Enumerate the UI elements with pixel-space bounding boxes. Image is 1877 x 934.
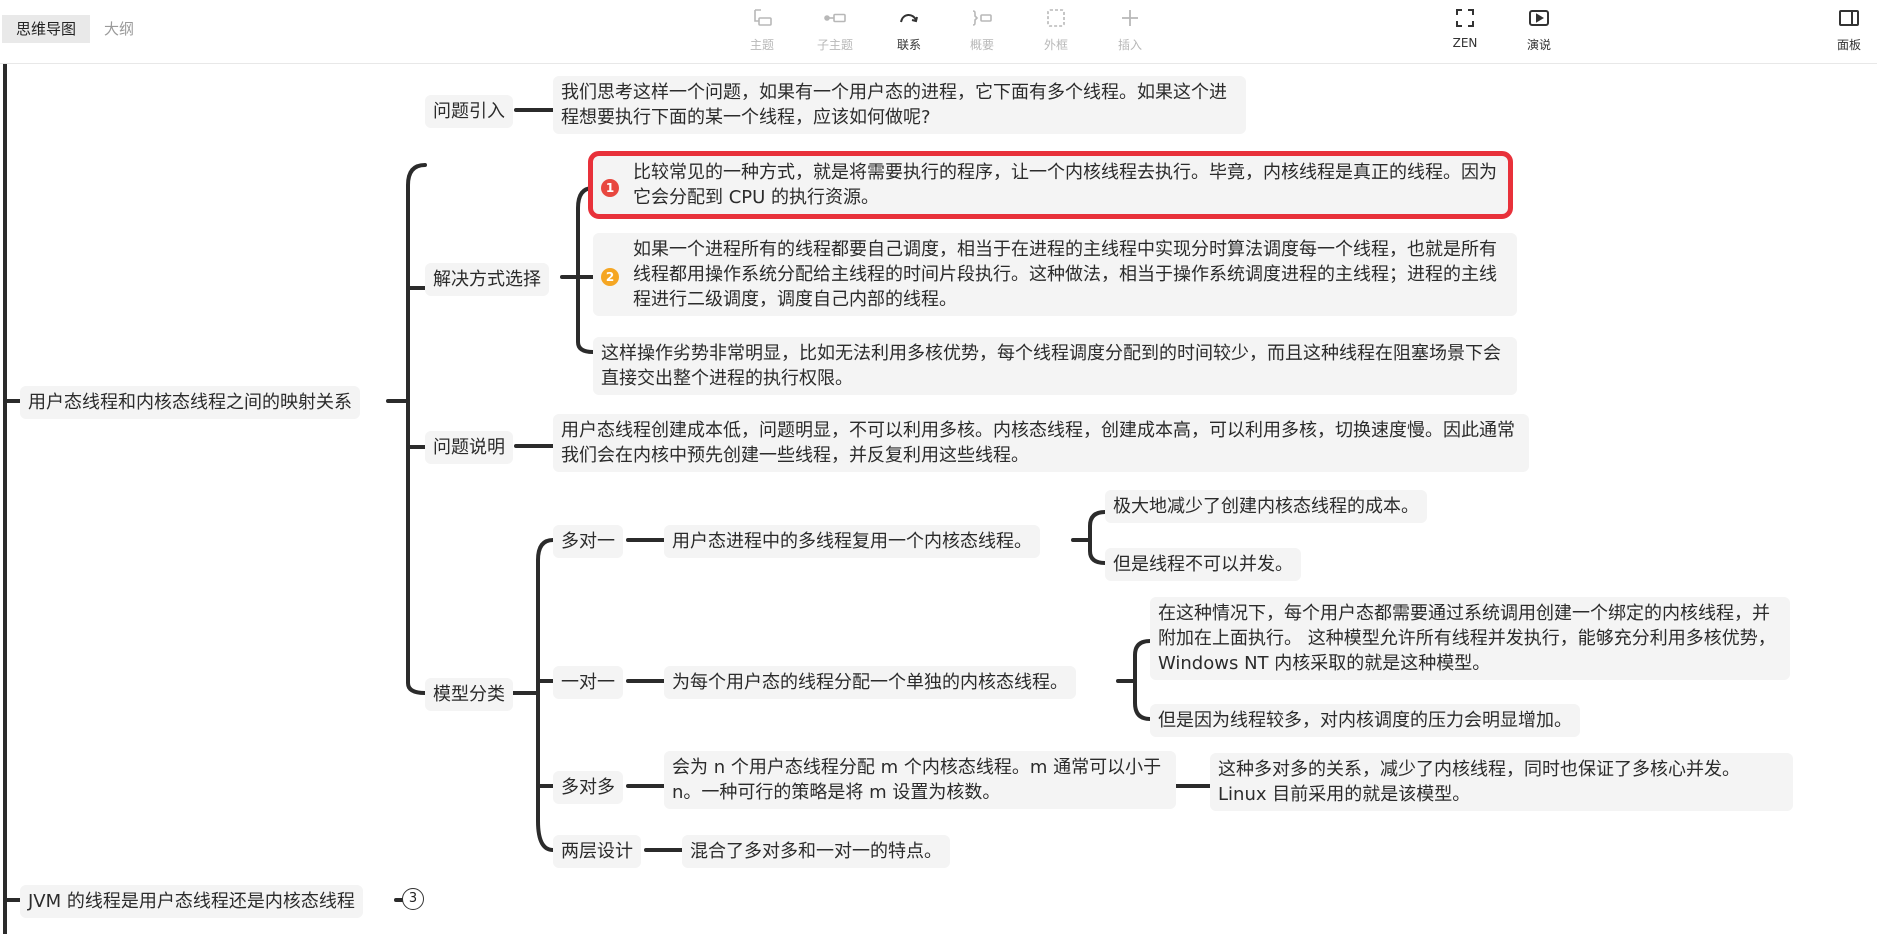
- two-level-desc-node[interactable]: 混合了多对多和一对一的特点。: [682, 835, 950, 868]
- model-one-to-one-node[interactable]: 一对一: [553, 666, 623, 699]
- frame-label: 外框: [1043, 38, 1068, 52]
- topic-button[interactable]: 主题: [732, 6, 792, 53]
- summary-button[interactable]: 概要: [952, 6, 1012, 53]
- topic-icon: [732, 6, 792, 32]
- play-screen-icon: [1509, 6, 1569, 32]
- q-intro-text-node[interactable]: 我们思考这样一个问题，如果有一个用户态的进程，它下面有多个线程。如果这个进程想要…: [553, 76, 1246, 134]
- models-node[interactable]: 模型分类: [425, 678, 513, 711]
- topic-label: 主题: [749, 38, 774, 52]
- one-to-one-desc-node[interactable]: 为每个用户态的线程分配一个单独的内核态线程。: [664, 666, 1076, 699]
- main-topic-node[interactable]: 用户态线程和内核态线程之间的映射关系: [20, 386, 360, 419]
- many-to-many-desc-node[interactable]: 会为 n 个用户态线程分配 m 个内核态线程。m 通常可以小于 n。一种可行的策…: [664, 751, 1176, 809]
- priority-1-icon: 1: [601, 179, 619, 197]
- subtopic-button[interactable]: 子主题: [805, 6, 865, 53]
- summary-label: 概要: [969, 38, 994, 52]
- q-explain-text-node[interactable]: 用户态线程创建成本低，问题明显，不可以利用多核。内核态线程，创建成本高，可以利用…: [553, 414, 1529, 472]
- fullscreen-icon: [1435, 6, 1495, 32]
- solution-drawback-node[interactable]: 这样操作劣势非常明显，比如无法利用多核优势，每个线程调度分配到的时间较少，而且这…: [593, 337, 1517, 395]
- many-to-one-con-node[interactable]: 但是线程不可以并发。: [1105, 548, 1301, 581]
- frame-button[interactable]: 外框: [1026, 6, 1086, 53]
- insert-button[interactable]: 插入: [1100, 6, 1160, 53]
- present-label: 演说: [1526, 38, 1551, 52]
- q-intro-node[interactable]: 问题引入: [425, 95, 513, 128]
- many-to-many-pro-node[interactable]: 这种多对多的关系，减少了内核线程，同时也保证了多核心并发。Linux 目前采用的…: [1210, 753, 1793, 811]
- many-to-one-desc-node[interactable]: 用户态进程中的多线程复用一个内核态线程。: [664, 525, 1040, 558]
- view-tabs: 思维导图 大纲: [2, 15, 148, 43]
- relationship-arrow-icon: [879, 6, 939, 32]
- option-1-text: 比较常见的一种方式，就是将需要执行的程序，让一个内核线程去执行。毕竟，内核线程是…: [633, 162, 1497, 208]
- tab-outline[interactable]: 大纲: [90, 15, 148, 43]
- priority-2-icon: 2: [601, 268, 619, 286]
- one-to-one-pro-node[interactable]: 在这种情况下，每个用户态都需要通过系统调用创建一个绑定的内核线程，并附加在上面执…: [1150, 597, 1790, 680]
- summary-brace-icon: [952, 6, 1012, 32]
- plus-icon: [1100, 6, 1160, 32]
- one-to-one-con-node[interactable]: 但是因为线程较多，对内核调度的压力会明显增加。: [1150, 704, 1580, 737]
- model-two-level-node[interactable]: 两层设计: [553, 835, 641, 868]
- boundary-frame-icon: [1026, 6, 1086, 32]
- q-explain-node[interactable]: 问题说明: [425, 431, 513, 464]
- zen-button[interactable]: ZEN: [1435, 6, 1495, 50]
- relationship-label: 联系: [896, 38, 921, 52]
- insert-label: 插入: [1117, 38, 1142, 52]
- model-many-to-many-node[interactable]: 多对多: [553, 771, 623, 804]
- model-many-to-one-node[interactable]: 多对一: [553, 525, 623, 558]
- subtopic-label: 子主题: [816, 38, 853, 52]
- solution-option-2-node[interactable]: 如果一个进程所有的线程都要自己调度，相当于在进程的主线程中实现分时算法调度每一个…: [593, 233, 1517, 316]
- many-to-one-pro-node[interactable]: 极大地减少了创建内核态线程的成本。: [1105, 490, 1427, 523]
- relationship-button[interactable]: 联系: [879, 6, 939, 53]
- collapsed-count-badge[interactable]: 3: [402, 888, 424, 910]
- tab-mindmap[interactable]: 思维导图: [2, 15, 91, 43]
- subtopic-icon: [805, 6, 865, 32]
- side-panel-icon: [1821, 6, 1877, 32]
- present-button[interactable]: 演说: [1509, 6, 1569, 53]
- jvm-topic-node[interactable]: JVM 的线程是用户态线程还是内核态线程: [20, 885, 363, 918]
- panel-label: 面板: [1836, 38, 1861, 52]
- zen-label: ZEN: [1452, 36, 1478, 50]
- solution-option-1-node[interactable]: 比较常见的一种方式，就是将需要执行的程序，让一个内核线程去执行。毕竟，内核线程是…: [588, 151, 1513, 219]
- toolbar: 思维导图 大纲 主题 子主题 联系 概要 外框 插入 ZEN 演说 面板: [0, 0, 1877, 64]
- solutions-node[interactable]: 解决方式选择: [425, 263, 549, 296]
- option-2-text: 如果一个进程所有的线程都要自己调度，相当于在进程的主线程中实现分时算法调度每一个…: [633, 239, 1497, 310]
- panel-button[interactable]: 面板: [1821, 6, 1877, 53]
- mindmap-canvas[interactable]: 用户态线程和内核态线程之间的映射关系 JVM 的线程是用户态线程还是内核态线程 …: [0, 63, 1877, 934]
